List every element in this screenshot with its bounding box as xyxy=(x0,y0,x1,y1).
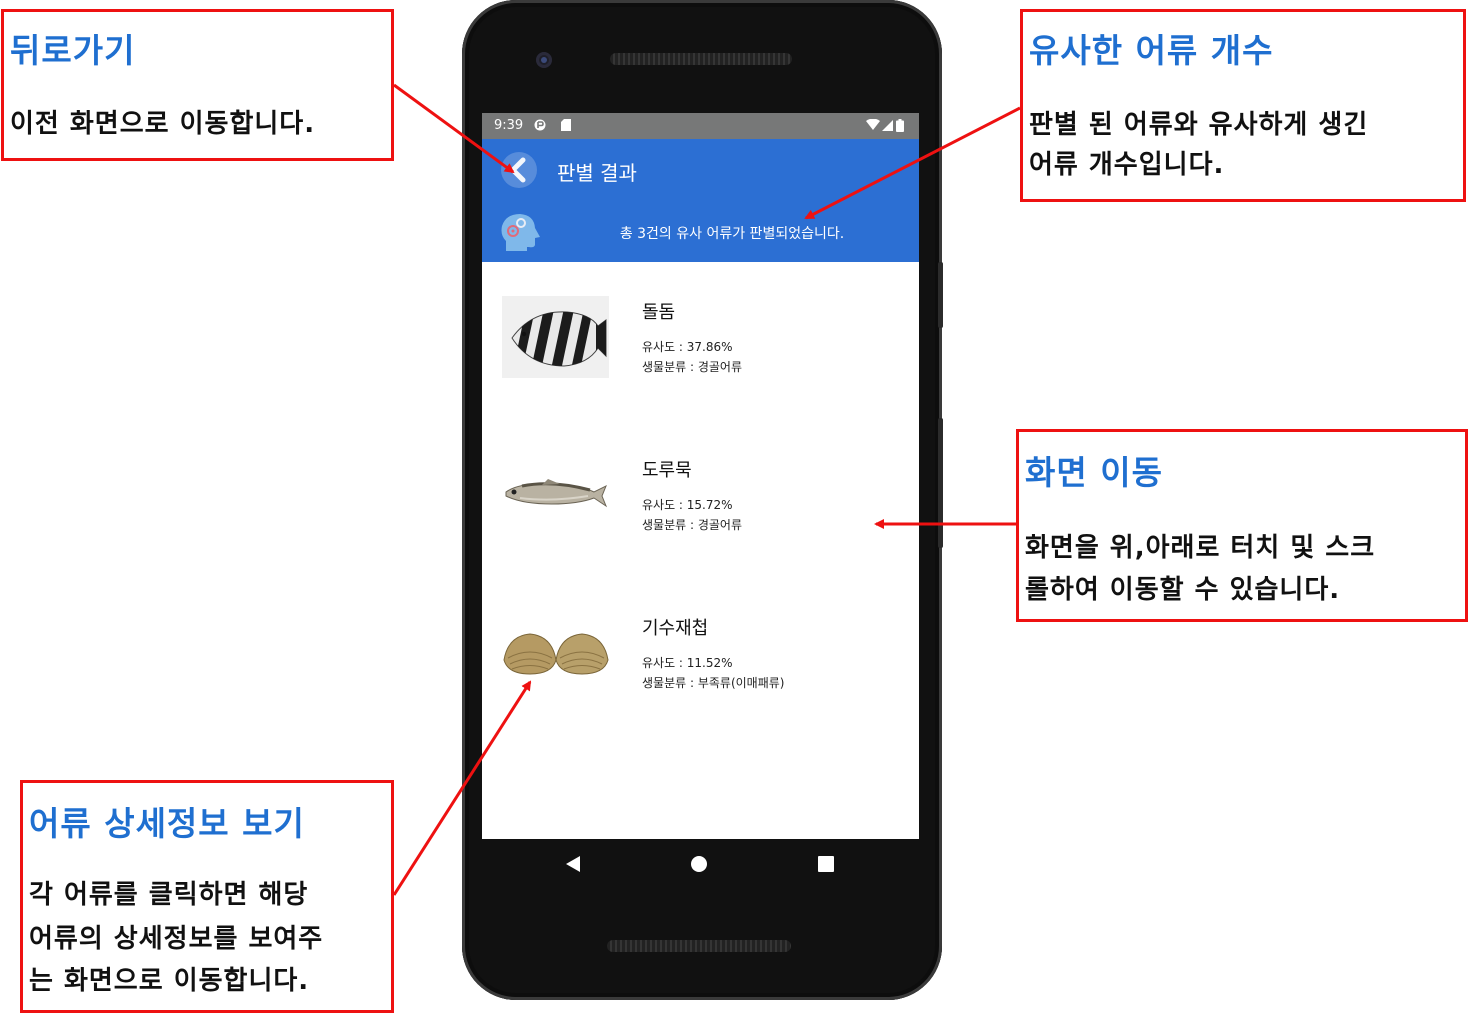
arrow-to-back-button xyxy=(393,83,515,174)
annotation-arrows xyxy=(392,83,1021,896)
arrow-to-list-item xyxy=(392,680,532,896)
arrow-to-count-text xyxy=(804,106,1021,220)
